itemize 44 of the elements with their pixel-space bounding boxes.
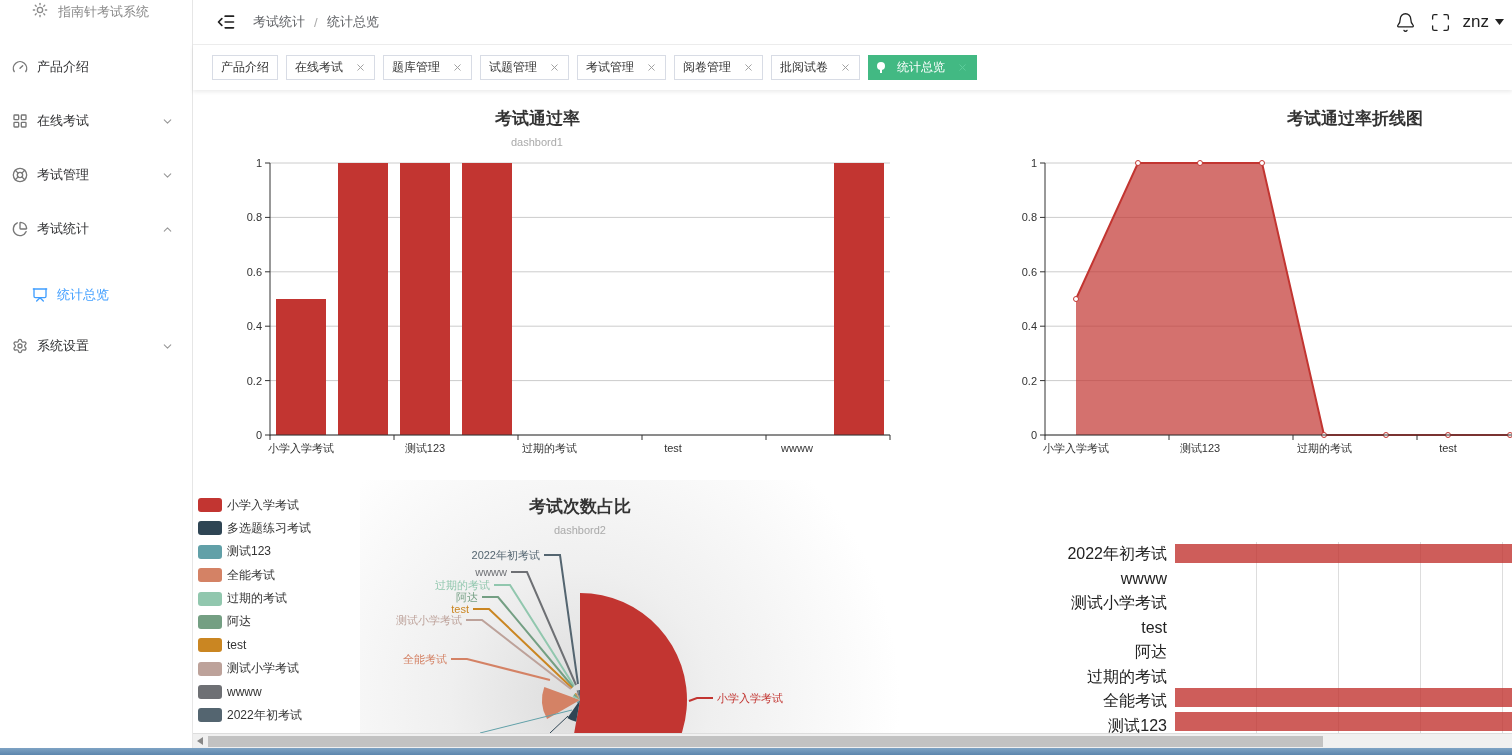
slice-label: test: [451, 603, 469, 615]
app-logo-text: 指南针考试系统: [58, 3, 149, 21]
axis-label: 过期的考试: [521, 442, 577, 454]
chart-title: 考试通过率: [494, 109, 580, 128]
breadcrumb-separator: /: [314, 14, 318, 30]
slice-label: 小学入学考试: [717, 692, 783, 704]
chart-subtitle: dashbord1: [511, 136, 563, 148]
axis-label: 0.8: [1021, 211, 1037, 224]
axis-label: 小学入学考试: [1043, 442, 1109, 454]
axis-label: 0: [255, 429, 262, 441]
slice-label: 测试小学考试: [396, 614, 462, 626]
slice-label: 全能考试: [403, 653, 447, 665]
chart-subtitle: dashbord2: [554, 524, 606, 536]
chart-title: 考试通过率折线图: [1287, 109, 1423, 128]
axis-label: 0.8: [246, 211, 262, 224]
axis-label: 全能考试: [1103, 691, 1167, 711]
axis-label: 测试123: [404, 442, 446, 454]
slice-label: 阿达: [456, 591, 478, 603]
axis-label: 1: [255, 157, 262, 169]
slice-label: 过期的考试: [435, 579, 490, 591]
axis-label: 0: [1030, 429, 1037, 441]
slice-label: 2022年初考试: [471, 549, 540, 561]
axis-label: 0.6: [246, 265, 262, 278]
axis-label: 过期的考试: [1296, 442, 1352, 454]
axis-label: test: [1141, 617, 1167, 638]
axis-label: 0.4: [246, 320, 262, 333]
slice-label: wwww: [475, 566, 507, 578]
axis-label: 0.4: [1021, 320, 1037, 333]
axis-label: 测试123: [1179, 442, 1221, 454]
axis-label: wwww: [781, 442, 813, 454]
axis-label: 0.2: [246, 374, 262, 387]
axis-label: 阿达: [1135, 642, 1167, 662]
axis-label: 0.2: [1021, 374, 1037, 387]
axis-label: 测试小学考试: [1071, 593, 1167, 613]
axis-label: 1: [1030, 157, 1037, 169]
axis-label: 2022年初考试: [1067, 544, 1167, 564]
axis-label: 0.6: [1021, 265, 1037, 278]
axis-label: test: [664, 442, 682, 454]
axis-label: 过期的考试: [1087, 666, 1167, 687]
axis-label: test: [1439, 442, 1457, 454]
axis-label: wwww: [1120, 568, 1167, 589]
axis-label: 小学入学考试: [268, 442, 334, 454]
axis-label: 测试123: [1108, 715, 1167, 733]
chart-title: 考试次数占比: [529, 497, 631, 516]
